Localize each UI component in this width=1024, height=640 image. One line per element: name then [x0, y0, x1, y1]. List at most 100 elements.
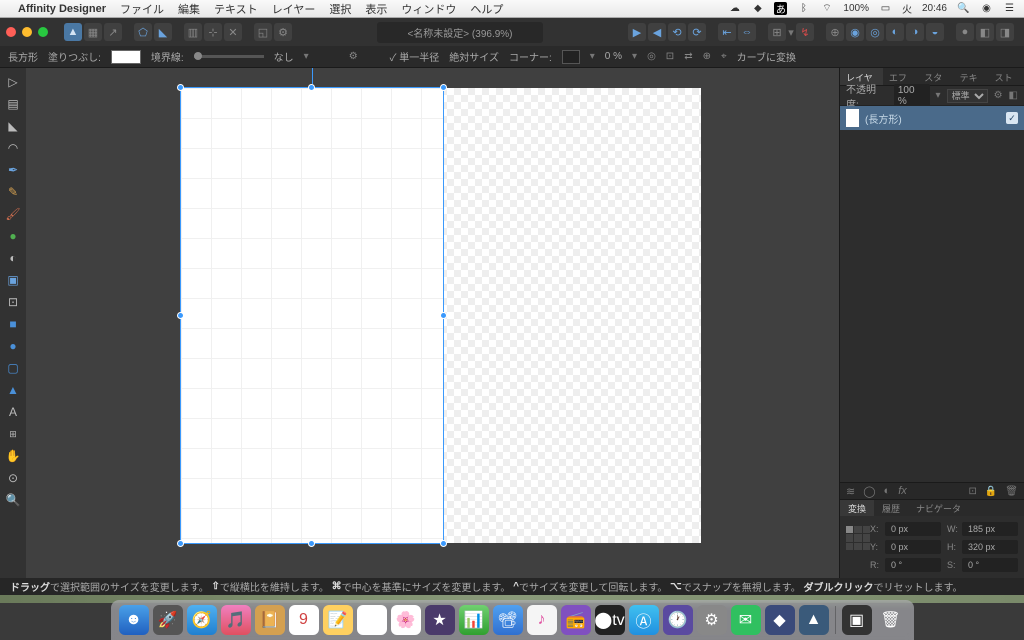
insert-behind[interactable]: ◨: [996, 23, 1014, 41]
close-window[interactable]: [6, 27, 16, 37]
bool-subtract[interactable]: ◎: [866, 23, 884, 41]
zoom-tool[interactable]: 🔍: [5, 492, 21, 508]
rectangle-tool[interactable]: ■: [5, 316, 21, 332]
place-image-tool[interactable]: ▣: [5, 272, 21, 288]
hide-selection-icon[interactable]: ⊡: [666, 51, 674, 62]
battery-icon[interactable]: ▭: [879, 2, 892, 15]
dock-affinity-designer[interactable]: ▲: [799, 605, 829, 635]
bool-xor[interactable]: ◑: [906, 23, 924, 41]
pen-tool[interactable]: ✒: [5, 162, 21, 178]
clip-icon[interactable]: ⊡: [968, 486, 976, 497]
dock-appstore[interactable]: Ⓐ: [629, 605, 659, 635]
canvas[interactable]: [26, 68, 839, 578]
menu-window[interactable]: ウィンドウ: [401, 1, 456, 17]
opacity-value[interactable]: 100 %: [894, 84, 930, 108]
bluetooth-icon[interactable]: ᛒ: [797, 2, 810, 15]
tab-history[interactable]: 履歴: [874, 500, 908, 516]
absolute-size-check[interactable]: 絶対サイズ: [449, 49, 499, 64]
dock-appletv[interactable]: ⬤tv: [595, 605, 625, 635]
menu-file[interactable]: ファイル: [120, 1, 164, 17]
fill-tool[interactable]: ●: [5, 228, 21, 244]
insert-target[interactable]: ●: [956, 23, 974, 41]
gear-icon[interactable]: ⚙: [274, 23, 292, 41]
dock-numbers[interactable]: 📊: [459, 605, 489, 635]
pencil-tool[interactable]: ✎: [5, 184, 21, 200]
ellipse-tool[interactable]: ●: [5, 338, 21, 354]
notification-center-icon[interactable]: ☰: [1003, 2, 1016, 15]
corner-tool[interactable]: ◠: [5, 140, 21, 156]
panel-gear-icon[interactable]: ⚙: [994, 90, 1003, 101]
transform-anchor[interactable]: [846, 526, 870, 550]
transform-s[interactable]: 0 °: [962, 558, 1018, 572]
layer-row[interactable]: (長方形) ✓: [840, 106, 1024, 130]
order-back[interactable]: ◱: [254, 23, 272, 41]
blend-mode-select[interactable]: 標準: [947, 89, 988, 103]
align-center[interactable]: ⇔: [738, 23, 756, 41]
tab-text[interactable]: テキス: [954, 68, 989, 85]
single-radius-check[interactable]: ✓ 単一半径: [390, 49, 440, 64]
dock-imovie[interactable]: ★: [425, 605, 455, 635]
add-op[interactable]: ⊕: [826, 23, 844, 41]
cloud-icon[interactable]: ☁: [728, 2, 741, 15]
fx-icon[interactable]: fx: [898, 485, 907, 497]
dock-itunes[interactable]: ♪: [527, 605, 557, 635]
rotate-ccw[interactable]: ⟲: [668, 23, 686, 41]
brush-tool[interactable]: 🖌: [5, 206, 21, 222]
dock-music[interactable]: 🎵: [221, 605, 251, 635]
lock-icon[interactable]: 🔒: [985, 486, 997, 497]
tool-shape-builder[interactable]: ⬠: [134, 23, 152, 41]
dock-settings[interactable]: ⚙: [697, 605, 727, 635]
pan-tool[interactable]: ✋: [5, 448, 21, 464]
siri-icon[interactable]: ◉: [980, 2, 993, 15]
snap-bounds[interactable]: ▥: [184, 23, 202, 41]
fill-swatch[interactable]: [111, 50, 141, 64]
tab-styles[interactable]: スタイ: [918, 68, 953, 85]
dock-finder[interactable]: ☻: [119, 605, 149, 635]
rounded-rect-tool[interactable]: ▢: [5, 360, 21, 376]
persona-designer[interactable]: ▲: [64, 23, 82, 41]
dock-contacts[interactable]: 📔: [255, 605, 285, 635]
align-left[interactable]: ⇤: [718, 23, 736, 41]
spotlight-icon[interactable]: 🔍: [957, 2, 970, 15]
menu-help[interactable]: ヘルプ: [470, 1, 503, 17]
snapping-toggle[interactable]: ⊞: [768, 23, 786, 41]
tab-transform[interactable]: 変換: [840, 500, 874, 516]
to-curves-button[interactable]: カーブに変換: [737, 49, 796, 64]
transform-w[interactable]: 185 px: [962, 522, 1018, 536]
tab-stock[interactable]: ストッ: [989, 68, 1024, 85]
persona-export[interactable]: ↗: [104, 23, 122, 41]
bool-add[interactable]: ◉: [846, 23, 864, 41]
ime-icon[interactable]: あ: [774, 2, 787, 15]
corner-type-swatch[interactable]: [562, 50, 580, 64]
show-rotation-icon[interactable]: ◎: [647, 51, 656, 62]
node-tool[interactable]: ◣: [5, 118, 21, 134]
dock-reminders[interactable]: ☰: [357, 605, 387, 635]
delete-layer-icon[interactable]: 🗑: [1005, 486, 1018, 497]
transform-h[interactable]: 320 px: [962, 540, 1018, 554]
tool-corner[interactable]: ◣: [154, 23, 172, 41]
dock-launchpad[interactable]: 🚀: [153, 605, 183, 635]
adjustment-icon[interactable]: ◐: [884, 485, 891, 497]
minimize-window[interactable]: [22, 27, 32, 37]
color-picker-tool[interactable]: ⊙: [5, 470, 21, 486]
dock-photos[interactable]: 🌸: [391, 605, 421, 635]
menubar-day[interactable]: 火: [902, 1, 912, 16]
triangle-tool[interactable]: ▲: [5, 382, 21, 398]
selected-rectangle[interactable]: [181, 88, 443, 543]
transform-origin-icon[interactable]: ⊕: [703, 51, 711, 62]
menubar-time[interactable]: 20:46: [922, 3, 947, 14]
insert-inside[interactable]: ◧: [976, 23, 994, 41]
cycle-select-icon[interactable]: ⇄: [684, 51, 692, 62]
dock-keynote[interactable]: 📽: [493, 605, 523, 635]
menu-layer[interactable]: レイヤー: [272, 1, 316, 17]
tab-effects[interactable]: エフェ: [883, 68, 918, 85]
dock-notes[interactable]: 📝: [323, 605, 353, 635]
dock-clock[interactable]: 🕐: [663, 605, 693, 635]
corner-value[interactable]: 0 %: [605, 51, 622, 62]
force-pixel-align[interactable]: ↯: [796, 23, 814, 41]
transparency-tool[interactable]: ◐: [5, 250, 21, 266]
dock-trash[interactable]: 🗑: [876, 605, 906, 635]
flip-h[interactable]: ▶: [628, 23, 646, 41]
layer-visible-check[interactable]: ✓: [1006, 112, 1018, 124]
layers-icon[interactable]: ≋: [846, 485, 855, 498]
